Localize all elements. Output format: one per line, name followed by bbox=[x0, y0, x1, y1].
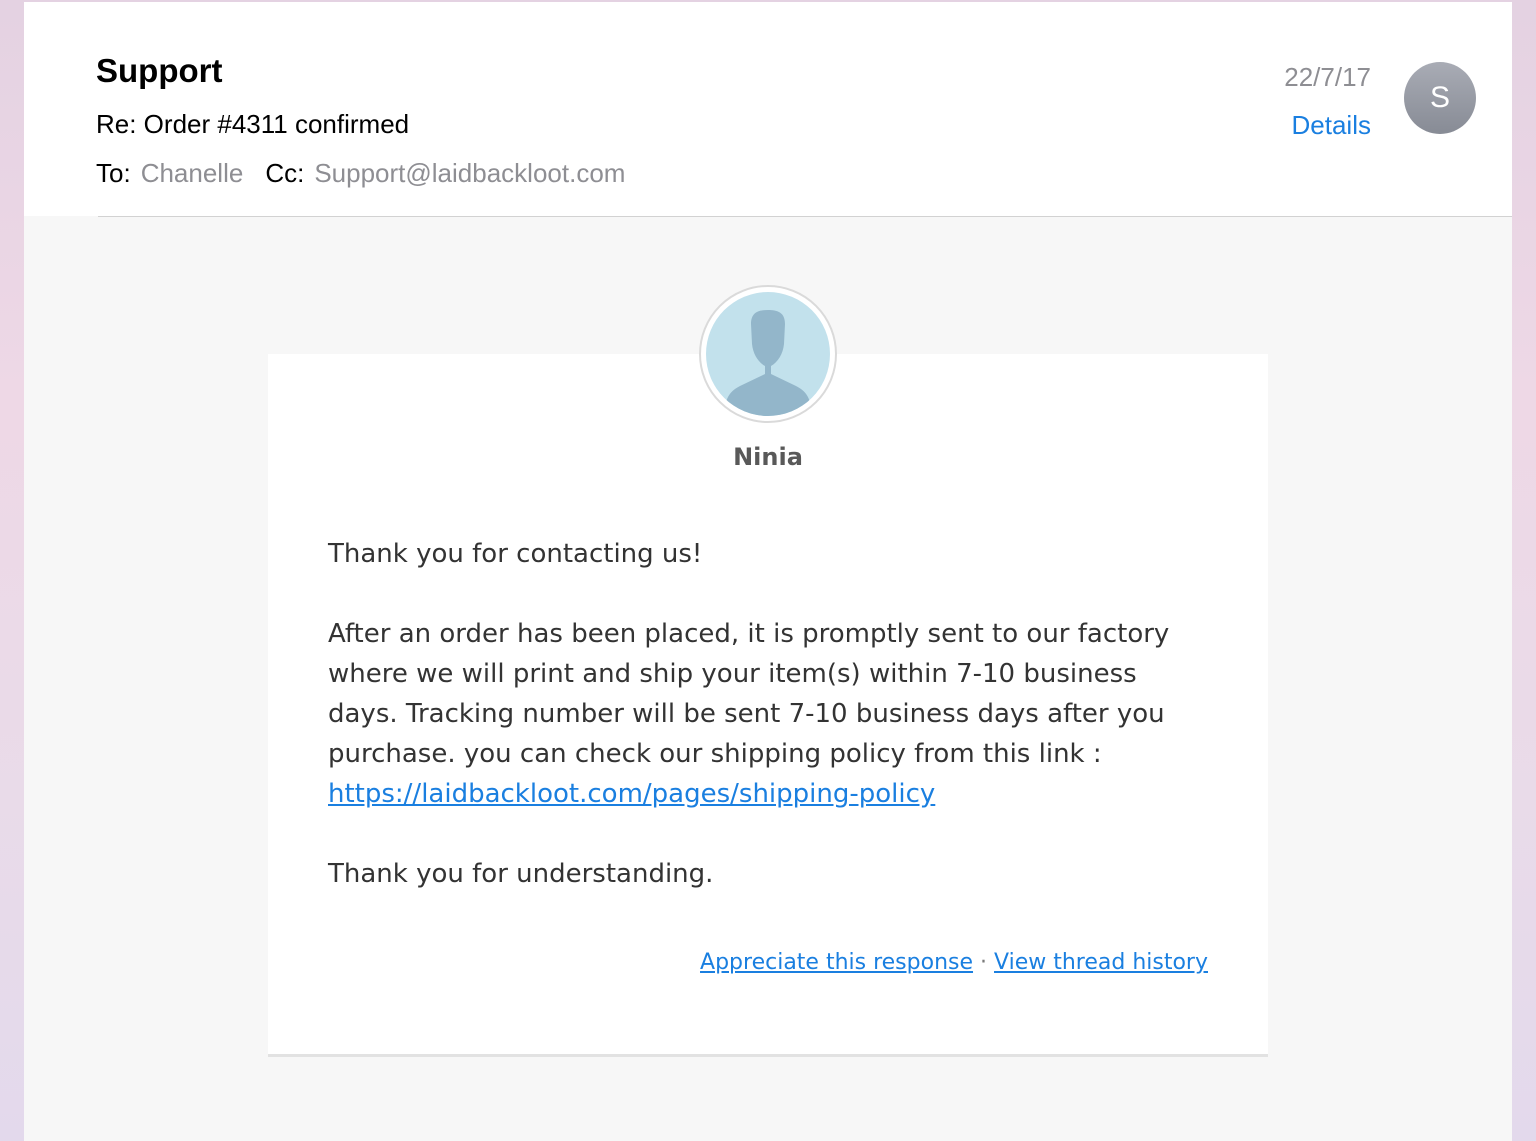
to-label: To: bbox=[96, 158, 131, 188]
cc-recipient[interactable]: Support@laidbackloot.com bbox=[314, 158, 625, 188]
mail-window: Support Re: Order #4311 confirmed To: Cha… bbox=[24, 2, 1512, 1141]
recipients-line: To: Chanelle Cc: Support@laidbackloot.com bbox=[96, 158, 625, 189]
sender-name: Support bbox=[96, 52, 223, 89]
message-subject: Re: Order #4311 confirmed bbox=[96, 109, 410, 139]
shipping-policy-link[interactable]: https://laidbackloot.com/pages/shipping-… bbox=[328, 779, 935, 809]
message-text: After an order has been placed, it is pr… bbox=[328, 619, 1170, 769]
to-recipient[interactable]: Chanelle bbox=[141, 158, 244, 188]
sender-avatar[interactable]: S bbox=[1404, 62, 1476, 134]
footer-separator: · bbox=[980, 950, 988, 975]
message-paragraph: After an order has been placed, it is pr… bbox=[328, 614, 1208, 814]
message-date: 22/7/17 bbox=[1284, 62, 1371, 92]
message-greeting: Thank you for contacting us! bbox=[328, 539, 703, 569]
header-divider bbox=[98, 216, 1512, 217]
agent-avatar bbox=[699, 285, 837, 423]
details-button[interactable]: Details bbox=[1292, 110, 1371, 141]
message-body: Thank you for contacting us! After an or… bbox=[328, 534, 1208, 934]
message-closing: Thank you for understanding. bbox=[328, 859, 714, 889]
message-header: Support Re: Order #4311 confirmed To: Cha… bbox=[24, 2, 1512, 216]
view-thread-history-link[interactable]: View thread history bbox=[994, 950, 1208, 975]
cc-label: Cc: bbox=[265, 158, 305, 188]
appreciate-response-link[interactable]: Appreciate this response bbox=[700, 950, 973, 975]
card-footer: Appreciate this response · View thread h… bbox=[268, 950, 1208, 975]
agent-name: Ninia bbox=[733, 443, 803, 471]
person-silhouette-icon bbox=[706, 292, 830, 416]
